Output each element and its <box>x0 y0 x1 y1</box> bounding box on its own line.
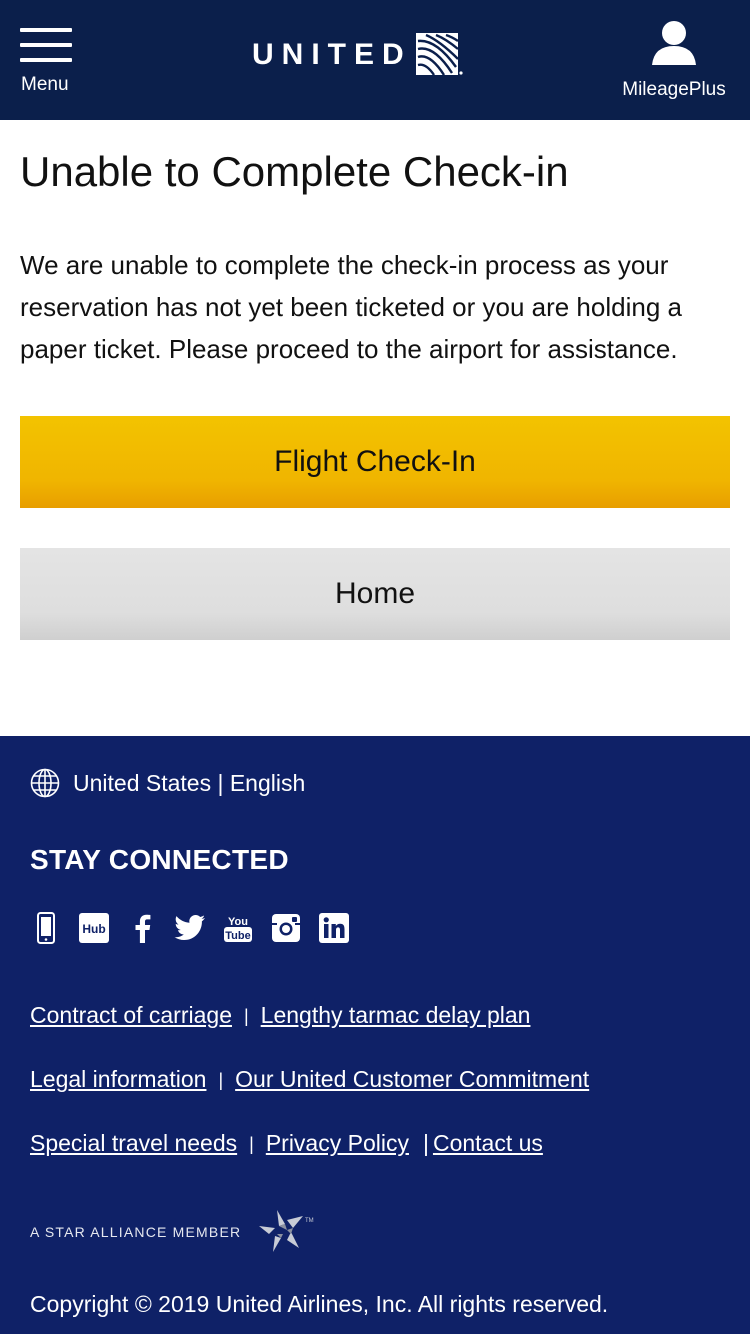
locale-label: United States | English <box>73 769 306 796</box>
united-globe-icon <box>415 33 463 76</box>
link-separator: | <box>243 1006 249 1026</box>
locale-selector[interactable]: United States | English <box>30 768 305 798</box>
globe-icon <box>30 768 60 798</box>
svg-text:TM: TM <box>305 1218 314 1224</box>
star-alliance-badge: A STAR ALLIANCE MEMBER TM <box>30 1208 319 1256</box>
home-button[interactable]: Home <box>20 548 730 640</box>
app-header: Menu UNITED MileagePlus <box>0 0 750 120</box>
linkedin-icon[interactable] <box>318 912 350 944</box>
footer-link-row: Contract of carriage | Lengthy tarmac de… <box>30 1002 589 1066</box>
contract-of-carriage-link[interactable]: Contract of carriage <box>30 1002 232 1029</box>
user-icon <box>652 21 696 65</box>
legal-information-link[interactable]: Legal information <box>30 1066 206 1093</box>
menu-button[interactable]: Menu <box>20 28 72 96</box>
star-alliance-logo-icon: TM <box>259 1210 314 1252</box>
footer-link-row: Special travel needs | Privacy Policy | … <box>30 1130 589 1194</box>
stay-connected-heading: STAY CONNECTED <box>30 844 289 875</box>
page-title: Unable to Complete Check-in <box>20 148 569 195</box>
menu-label: Menu <box>21 74 69 95</box>
footer-link-row: Legal information | Our United Customer … <box>30 1066 589 1130</box>
youtube-icon[interactable]: You Tube <box>222 912 254 944</box>
hamburger-icon <box>20 28 72 62</box>
footer-links: Contract of carriage | Lengthy tarmac de… <box>30 1002 589 1194</box>
logo-wordmark: UNITED <box>252 38 412 71</box>
mileageplus-button[interactable]: MileagePlus <box>618 20 730 101</box>
privacy-policy-link[interactable]: Privacy Policy <box>266 1130 409 1157</box>
facebook-icon[interactable] <box>126 912 158 944</box>
twitter-icon[interactable] <box>174 912 206 944</box>
instagram-icon[interactable] <box>270 912 302 944</box>
tarmac-delay-link[interactable]: Lengthy tarmac delay plan <box>261 1002 531 1029</box>
main-content: Unable to Complete Check-in We are unabl… <box>0 120 750 736</box>
flight-check-in-button[interactable]: Flight Check-In <box>20 416 730 508</box>
error-message: We are unable to complete the check-in p… <box>20 250 682 364</box>
svg-text:You: You <box>228 916 248 928</box>
svg-text:Hub: Hub <box>82 922 105 936</box>
copyright-text: Copyright © 2019 United Airlines, Inc. A… <box>30 1291 609 1317</box>
svg-text:Tube: Tube <box>225 930 250 942</box>
mileageplus-label: MileagePlus <box>622 79 726 100</box>
mobile-app-icon[interactable] <box>30 912 62 944</box>
link-separator: | <box>218 1070 224 1090</box>
customer-commitment-link[interactable]: Our United Customer Commitment <box>235 1066 589 1093</box>
united-logo[interactable]: UNITED <box>252 33 464 77</box>
special-travel-needs-link[interactable]: Special travel needs <box>30 1130 237 1157</box>
star-alliance-label: A STAR ALLIANCE MEMBER <box>30 1224 242 1240</box>
footer: United States | English STAY CONNECTED H… <box>0 736 750 1334</box>
link-separator: | <box>249 1134 254 1154</box>
hub-icon[interactable]: Hub <box>78 912 110 944</box>
social-links: Hub You Tube <box>30 912 366 944</box>
contact-us-link[interactable]: Contact us <box>433 1130 543 1157</box>
link-separator: | <box>422 1130 429 1156</box>
